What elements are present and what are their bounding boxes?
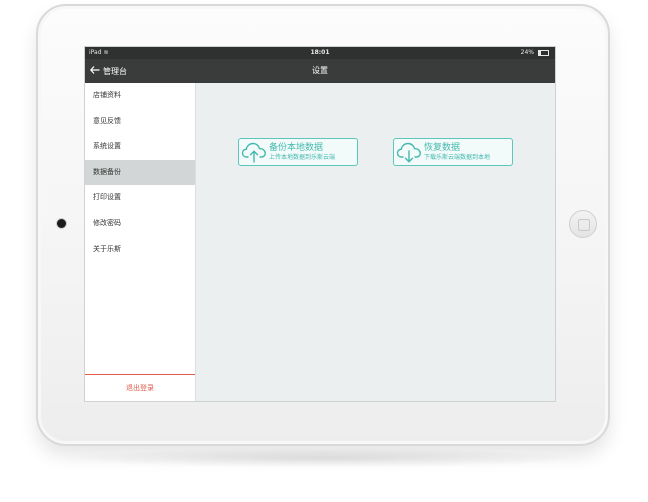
backup-subtitle: 上传本地数据到乐斯云端 (269, 153, 336, 161)
restore-data-button[interactable]: 恢复数据 下载乐斯云端数据到本地 (393, 138, 513, 166)
back-label: 管理台 (103, 66, 127, 76)
sidebar-item-about[interactable]: 关于乐斯 (85, 237, 195, 263)
back-button[interactable]: 管理台 (89, 59, 127, 83)
screen: iPad ≋ 18:01 24% 管理台 设置 店铺资料 意见反馈 系统设置 数… (84, 46, 556, 402)
status-battery: 24% (521, 47, 549, 59)
sidebar-item-data-backup[interactable]: 数据备份 (85, 159, 195, 186)
battery-icon (538, 50, 549, 56)
navigation-bar: 管理台 设置 (85, 59, 555, 83)
sidebar-item-feedback[interactable]: 意见反馈 (85, 109, 195, 135)
sidebar-menu: 店铺资料 意见反馈 系统设置 数据备份 打印设置 修改密码 关于乐斯 退出登录 (85, 83, 196, 401)
sidebar-list: 店铺资料 意见反馈 系统设置 数据备份 打印设置 修改密码 关于乐斯 (85, 83, 195, 262)
restore-title: 恢复数据 (424, 142, 461, 153)
sidebar-item-change-password[interactable]: 修改密码 (85, 211, 195, 237)
battery-level (539, 51, 542, 55)
restore-subtitle: 下载乐斯云端数据到本地 (424, 153, 491, 161)
back-arrow-icon (89, 66, 100, 76)
camera-icon (57, 219, 66, 228)
sidebar-item-print-settings[interactable]: 打印设置 (85, 185, 195, 211)
home-square-icon (578, 219, 590, 231)
status-time: 18:01 (310, 49, 330, 56)
main-content: 备份本地数据 上传本地数据到乐斯云端 恢复数据 下载乐斯云端数据到本地 (196, 83, 555, 401)
cloud-download-icon (394, 139, 424, 165)
backup-data-button[interactable]: 备份本地数据 上传本地数据到乐斯云端 (238, 138, 358, 166)
sidebar-item-system-settings[interactable]: 系统设置 (85, 134, 195, 160)
device-shadow (60, 448, 588, 468)
sidebar-item-store-info[interactable]: 店铺资料 (85, 83, 195, 109)
backup-title: 备份本地数据 (269, 142, 324, 153)
logout-button[interactable]: 退出登录 (85, 374, 195, 401)
page-title: 设置 (312, 66, 328, 75)
status-bar: iPad ≋ 18:01 24% (85, 47, 555, 59)
home-button[interactable] (569, 210, 597, 238)
battery-percent: 24% (520, 49, 534, 56)
cloud-upload-icon (239, 139, 269, 165)
